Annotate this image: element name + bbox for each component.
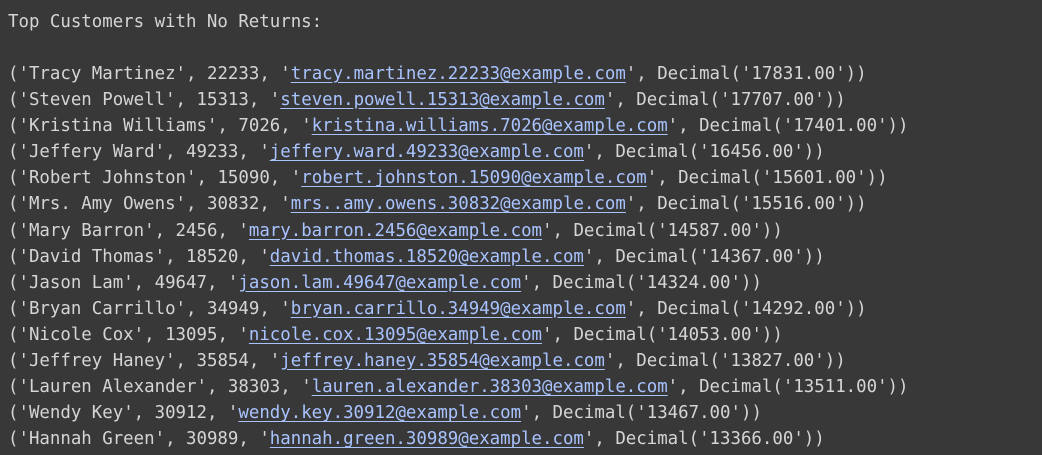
result-row: ('Mary Barron', 2456, 'mary.barron.2456@… (8, 220, 783, 241)
customer-name: Jeffery Ward (28, 142, 155, 163)
customer-email-link[interactable]: wendy.key.30912@example.com (238, 403, 521, 423)
customer-name: Hannah Green (28, 429, 155, 450)
customer-total: 13366.00 (709, 429, 794, 450)
result-row: ('Lauren Alexander', 38303, 'lauren.alex… (8, 377, 909, 398)
customer-id: 15090 (217, 168, 270, 189)
customer-id: 18520 (186, 246, 239, 267)
customer-total: 17401.00 (793, 116, 878, 137)
customer-name: Bryan Carrillo (28, 298, 176, 319)
result-row: ('Wendy Key', 30912, 'wendy.key.30912@ex… (8, 403, 762, 424)
result-row: ('Bryan Carrillo', 34949, 'bryan.carrill… (8, 298, 867, 319)
result-row: ('Kristina Williams', 7026, 'kristina.wi… (8, 116, 909, 137)
customer-name: Tracy Martinez (28, 64, 176, 84)
customer-total: 13467.00 (646, 403, 731, 424)
customer-name: Robert Johnston (28, 168, 187, 189)
customer-email-link[interactable]: jason.lam.49647@example.com (238, 273, 521, 293)
customer-total: 14053.00 (667, 324, 752, 345)
result-row: ('David Thomas', 18520, 'david.thomas.18… (8, 246, 825, 267)
customer-email-link[interactable]: jeffery.ward.49233@example.com (270, 142, 584, 162)
customer-name: Jason Lam (28, 272, 124, 293)
customer-email-link[interactable]: hannah.green.30989@example.com (270, 429, 584, 449)
result-row: ('Jeffrey Haney', 35854, 'jeffrey.haney.… (8, 351, 846, 372)
customer-email-link[interactable]: lauren.alexander.38303@example.com (312, 377, 668, 397)
customer-id: 30912 (154, 403, 207, 424)
customer-total: 13827.00 (730, 351, 815, 372)
customer-total: 17831.00 (751, 64, 836, 84)
customer-email-link[interactable]: kristina.williams.7026@example.com (312, 116, 668, 136)
customer-id: 13095 (165, 324, 218, 345)
customer-email-link[interactable]: david.thomas.18520@example.com (270, 247, 584, 267)
customer-email-link[interactable]: steven.powell.15313@example.com (280, 90, 605, 110)
customer-id: 35854 (196, 351, 249, 372)
customer-name: Kristina Williams (28, 116, 207, 137)
result-row: ('Tracy Martinez', 22233, 'tracy.martine… (8, 64, 867, 84)
customer-total: 16456.00 (709, 142, 794, 163)
result-rows: ('Tracy Martinez', 22233, 'tracy.martine… (8, 61, 1042, 452)
customer-total: 14587.00 (667, 220, 752, 241)
customer-name: Mrs. Amy Owens (28, 194, 176, 215)
customer-email-link[interactable]: tracy.martinez.22233@example.com (291, 64, 626, 84)
result-row: ('Robert Johnston', 15090, 'robert.johns… (8, 168, 888, 189)
customer-total: 17707.00 (730, 90, 815, 111)
customer-total: 15601.00 (772, 168, 857, 189)
customer-name: Nicole Cox (28, 324, 134, 345)
customer-id: 2456 (175, 220, 218, 241)
result-row: ('Nicole Cox', 13095, 'nicole.cox.13095@… (8, 324, 783, 345)
customer-name: Wendy Key (28, 403, 124, 424)
customer-total: 14367.00 (709, 246, 794, 267)
customer-id: 49233 (186, 142, 239, 163)
result-row: ('Mrs. Amy Owens', 30832, 'mrs..amy.owen… (8, 194, 867, 215)
customer-email-link[interactable]: mrs..amy.owens.30832@example.com (291, 194, 626, 214)
result-row: ('Jeffery Ward', 49233, 'jeffery.ward.49… (8, 142, 825, 163)
customer-id: 30832 (206, 194, 260, 215)
customer-id: 38303 (227, 377, 281, 398)
result-row: ('Hannah Green', 30989, 'hannah.green.30… (8, 429, 825, 450)
customer-name: Lauren Alexander (28, 377, 197, 398)
customer-id: 34949 (206, 298, 260, 319)
customer-name: David Thomas (28, 246, 155, 267)
cell-output: Top Customers with No Returns: ('Tracy M… (0, 0, 1042, 455)
customer-total: 14292.00 (751, 298, 836, 319)
customer-name: Jeffrey Haney (28, 351, 166, 372)
output-heading: Top Customers with No Returns: (8, 12, 323, 32)
customer-email-link[interactable]: bryan.carrillo.34949@example.com (291, 299, 626, 319)
customer-email-link[interactable]: jeffrey.haney.35854@example.com (280, 351, 605, 371)
customer-email-link[interactable]: mary.barron.2456@example.com (249, 221, 542, 241)
customer-total: 13511.00 (793, 377, 878, 398)
customer-id: 49647 (154, 272, 207, 293)
customer-email-link[interactable]: nicole.cox.13095@example.com (249, 325, 542, 345)
result-row: ('Steven Powell', 15313, 'steven.powell.… (8, 90, 846, 111)
customer-email-link[interactable]: robert.johnston.15090@example.com (301, 168, 647, 188)
customer-name: Steven Powell (28, 90, 166, 111)
customer-total: 14324.00 (646, 272, 731, 293)
customer-id: 22233 (206, 64, 260, 84)
customer-name: Mary Barron (28, 220, 145, 241)
customer-id: 15313 (196, 90, 249, 111)
customer-id: 7026 (238, 116, 281, 137)
result-row: ('Jason Lam', 49647, 'jason.lam.49647@ex… (8, 272, 762, 293)
customer-id: 30989 (186, 429, 239, 450)
customer-total: 15516.00 (751, 194, 836, 215)
